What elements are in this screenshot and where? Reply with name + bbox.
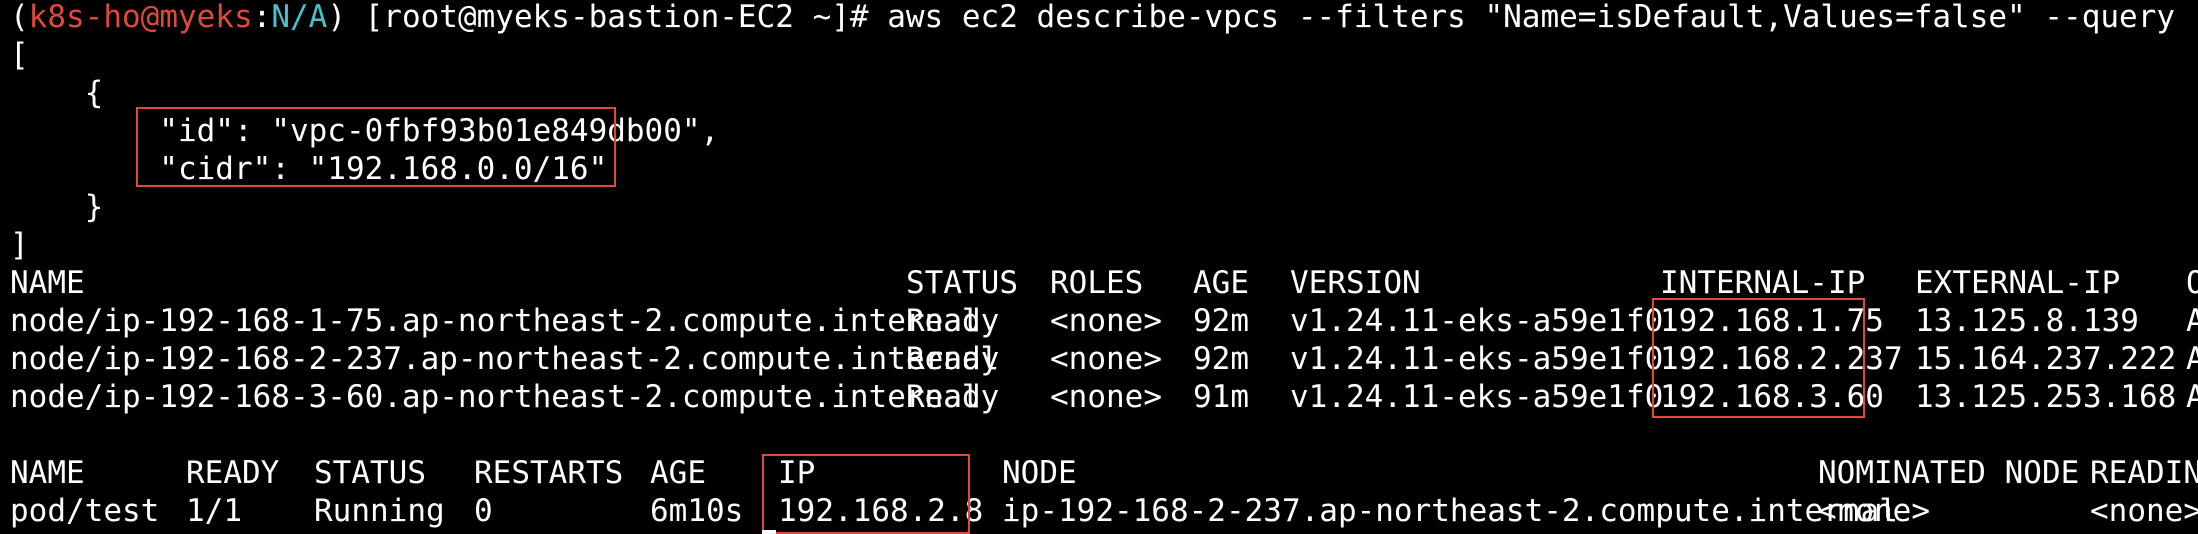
node-name: node/ip-192-168-2-237.ap-northeast-2.com… bbox=[10, 341, 1000, 377]
node-version: v1.24.11-eks-a59e1f0 bbox=[1290, 379, 1664, 415]
node-status: Ready bbox=[906, 379, 1000, 415]
node-age: 92m bbox=[1193, 303, 1249, 339]
prompt-close: ) bbox=[327, 0, 365, 35]
nodes-header-status: STATUS bbox=[906, 265, 1018, 301]
json-cidr-line: "cidr": "192.168.0.0/16" bbox=[10, 151, 608, 187]
node-internal-ip: 192.168.2.237 bbox=[1660, 341, 1903, 377]
command-text: aws ec2 describe-vpcs --filters "Name=is… bbox=[887, 0, 2198, 35]
pod-restarts: 0 bbox=[474, 493, 493, 529]
node-age: 91m bbox=[1193, 379, 1249, 415]
pod-node: ip-192-168-2-237.ap-northeast-2.compute.… bbox=[1002, 493, 1898, 529]
nodes-header-name: NAME bbox=[10, 265, 85, 301]
pod-age: 6m10s bbox=[650, 493, 744, 529]
pods-header-ip: IP bbox=[778, 455, 816, 491]
node-external-ip: 15.164.237.222 bbox=[1915, 341, 2177, 377]
pod-ip: 192.168.2.8 bbox=[778, 493, 984, 529]
json-close-bracket: ] bbox=[10, 227, 29, 263]
node-external-ip: 13.125.8.139 bbox=[1915, 303, 2139, 339]
nodes-header-external-ip: EXTERNAL-IP bbox=[1915, 265, 2121, 301]
pods-header-restarts: RESTARTS bbox=[474, 455, 624, 491]
node-age: 92m bbox=[1193, 341, 1249, 377]
terminal-window[interactable]: (k8s-ho@myeks:N/A) [root@myeks-bastion-E… bbox=[0, 0, 2198, 534]
node-status: Ready bbox=[906, 303, 1000, 339]
nodes-header-os: O bbox=[2186, 265, 2198, 301]
pod-name: pod/test bbox=[10, 493, 160, 529]
nodes-header-version: VERSION bbox=[1290, 265, 1421, 301]
prompt-host: [root@myeks-bastion-EC2 ~]# bbox=[364, 0, 888, 35]
prompt-namespace: N/A bbox=[271, 0, 328, 35]
pod-ready: 1/1 bbox=[186, 493, 242, 529]
node-os: A bbox=[2186, 379, 2198, 415]
prompt-open-paren: ( bbox=[10, 0, 29, 35]
node-version: v1.24.11-eks-a59e1f0 bbox=[1290, 303, 1664, 339]
node-internal-ip: 192.168.3.60 bbox=[1660, 379, 1884, 415]
json-open-brace: { bbox=[10, 75, 104, 111]
json-close-brace: } bbox=[10, 189, 104, 225]
prompt-line: (k8s-ho@myeks:N/A) [root@myeks-bastion-E… bbox=[10, 0, 2198, 36]
node-version: v1.24.11-eks-a59e1f0 bbox=[1290, 341, 1664, 377]
pods-header-node: NODE bbox=[1002, 455, 1077, 491]
json-id-line: "id": "vpc-0fbf93b01e849db00", bbox=[10, 113, 720, 149]
json-open-bracket: [ bbox=[10, 37, 29, 73]
pods-header-name: NAME bbox=[10, 455, 85, 491]
node-roles: <none> bbox=[1050, 303, 1162, 339]
terminal-cursor bbox=[762, 530, 776, 534]
node-external-ip: 13.125.253.168 bbox=[1915, 379, 2177, 415]
nodes-header-age: AGE bbox=[1193, 265, 1249, 301]
node-name: node/ip-192-168-1-75.ap-northeast-2.comp… bbox=[10, 303, 981, 339]
node-status: Ready bbox=[906, 341, 1000, 377]
node-os: A bbox=[2186, 341, 2198, 377]
node-os: A bbox=[2186, 303, 2198, 339]
pods-header-age: AGE bbox=[650, 455, 706, 491]
pods-header-status: STATUS bbox=[314, 455, 426, 491]
pods-header-readiness: READINE bbox=[2090, 455, 2198, 491]
pod-nominated-node: <none> bbox=[1818, 493, 1930, 529]
pod-readiness: <none> bbox=[2090, 493, 2198, 529]
pods-header-nominated-node: NOMINATED NODE bbox=[1818, 455, 2080, 491]
node-roles: <none> bbox=[1050, 379, 1162, 415]
pods-header-ready: READY bbox=[186, 455, 280, 491]
prompt-context: k8s-ho@myeks bbox=[28, 0, 253, 35]
node-internal-ip: 192.168.1.75 bbox=[1660, 303, 1884, 339]
node-roles: <none> bbox=[1050, 341, 1162, 377]
nodes-header-roles: ROLES bbox=[1050, 265, 1144, 301]
nodes-header-internal-ip: INTERNAL-IP bbox=[1660, 265, 1866, 301]
prompt-separator: : bbox=[252, 0, 272, 35]
node-name: node/ip-192-168-3-60.ap-northeast-2.comp… bbox=[10, 379, 981, 415]
pod-status: Running bbox=[314, 493, 445, 529]
